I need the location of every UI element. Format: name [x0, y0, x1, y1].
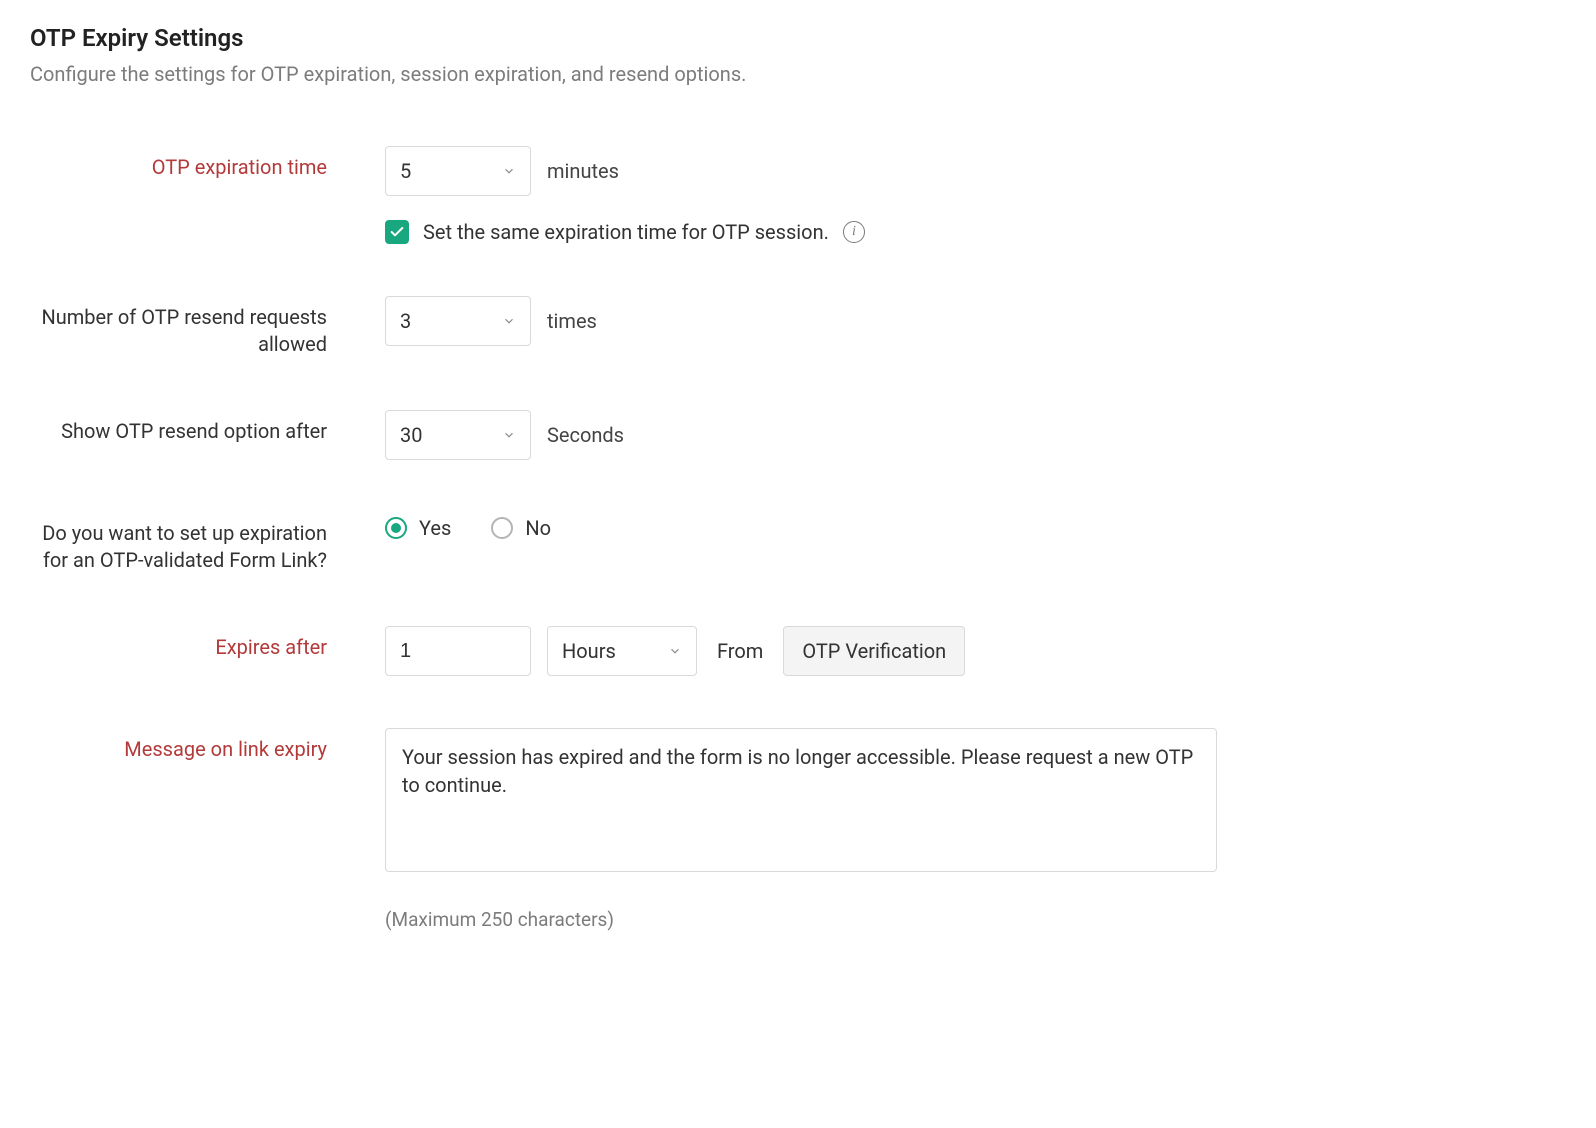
otp-expiration-select[interactable]: 5 [385, 146, 531, 196]
row-otp-expiration: OTP expiration time 5 minutes Set the sa… [30, 146, 1566, 244]
radio-no-label: No [525, 516, 551, 540]
radio-yes-circle [385, 517, 407, 539]
radio-yes[interactable]: Yes [385, 516, 451, 540]
label-message: Message on link expiry [30, 728, 385, 763]
resend-after-value: 30 [400, 423, 422, 447]
row-resend-after: Show OTP resend option after 30 Seconds [30, 410, 1566, 460]
resend-after-unit: Seconds [547, 423, 624, 447]
label-form-link-expiry: Do you want to set up expiration for an … [30, 512, 385, 574]
expires-after-from-value: OTP Verification [783, 626, 965, 676]
same-expiration-label: Set the same expiration time for OTP ses… [423, 220, 829, 244]
resend-requests-unit: times [547, 309, 597, 333]
message-helper: (Maximum 250 characters) [385, 908, 1566, 931]
chevron-down-icon [502, 314, 516, 328]
radio-no-circle [491, 517, 513, 539]
chevron-down-icon [668, 644, 682, 658]
same-expiration-checkbox[interactable] [385, 220, 409, 244]
otp-expiration-unit: minutes [547, 159, 619, 183]
label-otp-expiration: OTP expiration time [30, 146, 385, 181]
resend-requests-value: 3 [400, 309, 411, 333]
message-textarea[interactable] [385, 728, 1217, 872]
chevron-down-icon [502, 428, 516, 442]
resend-requests-select[interactable]: 3 [385, 296, 531, 346]
row-message: Message on link expiry (Maximum 250 char… [30, 728, 1566, 931]
expires-after-input[interactable] [385, 626, 531, 676]
row-expires-after: Expires after Hours From OTP Verificatio… [30, 626, 1566, 676]
row-resend-requests: Number of OTP resend requests allowed 3 … [30, 296, 1566, 358]
row-form-link-expiry: Do you want to set up expiration for an … [30, 512, 1566, 574]
label-resend-after: Show OTP resend option after [30, 410, 385, 445]
otp-expiration-value: 5 [400, 159, 411, 183]
page-title: OTP Expiry Settings [30, 24, 1566, 52]
resend-after-select[interactable]: 30 [385, 410, 531, 460]
info-icon[interactable]: i [843, 221, 865, 243]
form-link-expiry-radio-group: Yes No [385, 512, 1566, 540]
from-label: From [717, 639, 763, 663]
check-icon [389, 224, 405, 240]
label-resend-requests: Number of OTP resend requests allowed [30, 296, 385, 358]
expires-after-unit-value: Hours [562, 639, 616, 663]
radio-yes-label: Yes [419, 516, 451, 540]
chevron-down-icon [502, 164, 516, 178]
expires-after-unit-select[interactable]: Hours [547, 626, 697, 676]
radio-no[interactable]: No [491, 516, 551, 540]
label-expires-after: Expires after [30, 626, 385, 661]
page-subtitle: Configure the settings for OTP expiratio… [30, 62, 1566, 86]
